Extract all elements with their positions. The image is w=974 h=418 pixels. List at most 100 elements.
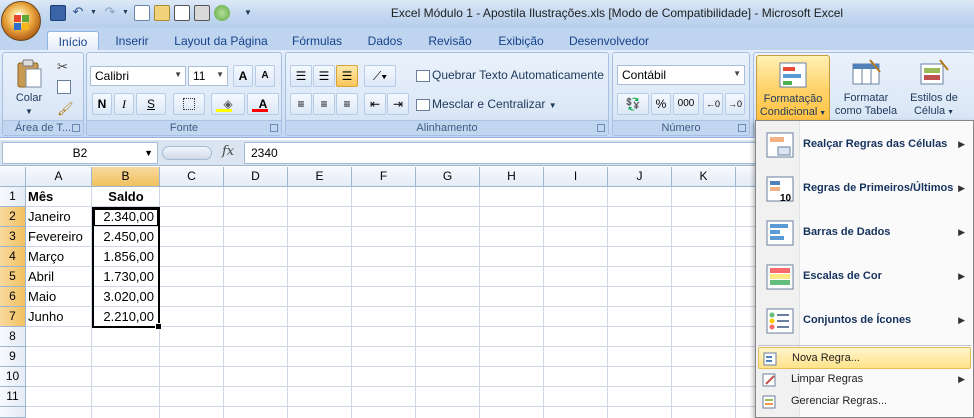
currency-button[interactable]: 💱 [617,93,649,115]
tab-layout[interactable]: Layout da Página [168,31,274,50]
clipboard-launcher-icon[interactable] [72,124,80,132]
cell-a1[interactable]: Mês [28,187,90,207]
tab-desenvolvedor[interactable]: Desenvolvedor [562,31,656,50]
cell-month[interactable]: Janeiro [28,207,91,227]
column-header-h[interactable]: H [480,167,544,187]
row-header-9[interactable]: 9 [0,347,26,367]
tab-inserir[interactable]: Inserir [106,31,158,50]
row-header-5[interactable]: 5 [0,267,26,287]
bold-button[interactable]: N [92,93,112,115]
format-as-table-button[interactable]: Formatar como Tabela ▼ [834,55,898,130]
select-all-corner[interactable] [0,167,26,187]
row-header-4[interactable]: 4 [0,247,26,267]
underline-button[interactable]: S [136,93,166,115]
office-button[interactable] [1,1,41,41]
menu-item-data-bars[interactable]: Barras de Dados ▶ [758,211,971,255]
grow-font-button[interactable]: A [233,65,253,87]
form-icon[interactable] [134,5,150,21]
column-header-e[interactable]: E [288,167,352,187]
column-header-d[interactable]: D [224,167,288,187]
menu-item-top-bottom-rules[interactable]: 10 Regras de Primeiros/Últimos ▶ [758,167,971,211]
merge-center-button[interactable]: Mesclar e Centralizar ▼ [416,97,557,111]
align-bottom-button[interactable]: ☰ [336,65,358,87]
macro-icon[interactable] [214,5,230,21]
conditional-formatting-button[interactable]: Formatação Condicional ▼ [756,55,830,123]
number-format-select[interactable]: Contábil ▼ [617,65,745,85]
percent-button[interactable]: % [651,93,671,115]
column-header-i[interactable]: I [544,167,608,187]
row-header-8[interactable]: 8 [0,327,26,347]
column-header-g[interactable]: G [416,167,480,187]
tab-formulas[interactable]: Fórmulas [284,31,350,50]
cell-b1[interactable]: Saldo [92,187,160,207]
column-header-k[interactable]: K [672,167,736,187]
print-icon[interactable] [194,5,210,21]
insert-function-button[interactable]: fx [222,144,234,159]
undo-dropdown-icon[interactable]: ▼ [90,5,98,21]
row-header-3[interactable]: 3 [0,227,26,247]
column-header-b[interactable]: B [92,167,160,187]
column-header-j[interactable]: J [608,167,672,187]
paste-button[interactable]: Colar ▼ [7,55,51,121]
menu-item-highlight-rules[interactable]: Realçar Regras das Células ▶ [758,123,971,167]
cut-icon[interactable]: ✂ [57,59,68,75]
copy-icon[interactable] [57,80,71,94]
cell-month[interactable]: Fevereiro [28,227,91,247]
tab-inicio[interactable]: Início [47,31,99,50]
alignment-launcher-icon[interactable] [597,124,605,132]
increase-decimal-button[interactable]: ←0 [703,93,723,115]
italic-button[interactable]: I [114,93,134,115]
menu-item-new-rule[interactable]: Nova Regra... [758,347,971,369]
font-name-select[interactable]: Calibri ▼ [90,66,186,86]
fill-color-button[interactable]: ◈ [211,93,245,115]
align-center-button[interactable]: ≡ [313,93,335,115]
tab-revisao[interactable]: Revisão [420,31,480,50]
font-launcher-icon[interactable] [270,124,278,132]
open-icon[interactable] [154,5,170,21]
tab-dados[interactable]: Dados [360,31,410,50]
menu-item-clear-rules[interactable]: Limpar Regras ▶ [758,369,971,391]
increase-indent-button[interactable]: ⇥ [387,93,409,115]
column-header-a[interactable]: A [26,167,92,187]
font-color-button[interactable]: A [247,93,279,115]
row-header-6[interactable]: 6 [0,287,26,307]
row-header-1[interactable]: 1 [0,187,26,207]
thousands-button[interactable]: 000 [673,93,699,115]
formula-bar-splitter[interactable] [162,146,212,160]
redo-icon[interactable]: ↷ [102,5,118,21]
column-header-c[interactable]: C [160,167,224,187]
save-icon[interactable] [50,5,66,21]
redo-dropdown-icon[interactable]: ▼ [122,5,130,21]
align-left-button[interactable]: ≡ [290,93,312,115]
wrap-text-button[interactable]: Quebrar Texto Automaticamente [416,68,604,82]
row-header-2[interactable]: 2 [0,207,26,227]
cell-month[interactable]: Março [28,247,91,267]
cell-month[interactable]: Maio [28,287,91,307]
undo-icon[interactable]: ↶ [70,5,86,21]
borders-button[interactable] [173,93,205,115]
font-size-select[interactable]: 11 ▼ [188,66,228,86]
menu-item-manage-rules[interactable]: Gerenciar Regras... [758,391,971,413]
row-header-11[interactable]: 11 [0,387,26,407]
decrease-indent-button[interactable]: ⇤ [364,93,386,115]
cell-month[interactable]: Abril [28,267,91,287]
decrease-decimal-button[interactable]: →0 [725,93,745,115]
name-box[interactable]: B2 ▼ [2,142,158,164]
number-launcher-icon[interactable] [738,124,746,132]
align-top-button[interactable]: ☰ [290,65,312,87]
cell-month[interactable]: Junho [28,307,91,327]
print-preview-icon[interactable] [174,5,190,21]
cell-styles-button[interactable]: Estilos de Célula ▼ [902,55,966,121]
customize-qat-icon[interactable]: ▼ [244,5,254,21]
row-header-12[interactable] [0,407,26,418]
align-right-button[interactable]: ≡ [336,93,358,115]
shrink-font-button[interactable]: A [255,65,275,87]
orientation-button[interactable]: ⟋▾ [364,65,396,87]
selection-range[interactable] [92,207,162,330]
menu-item-color-scales[interactable]: Escalas de Cor ▶ [758,255,971,299]
row-header-7[interactable]: 7 [0,307,26,327]
format-painter-icon[interactable]: 🖌 [57,101,74,117]
tab-exibicao[interactable]: Exibição [490,31,552,50]
column-header-f[interactable]: F [352,167,416,187]
align-middle-button[interactable]: ☰ [313,65,335,87]
